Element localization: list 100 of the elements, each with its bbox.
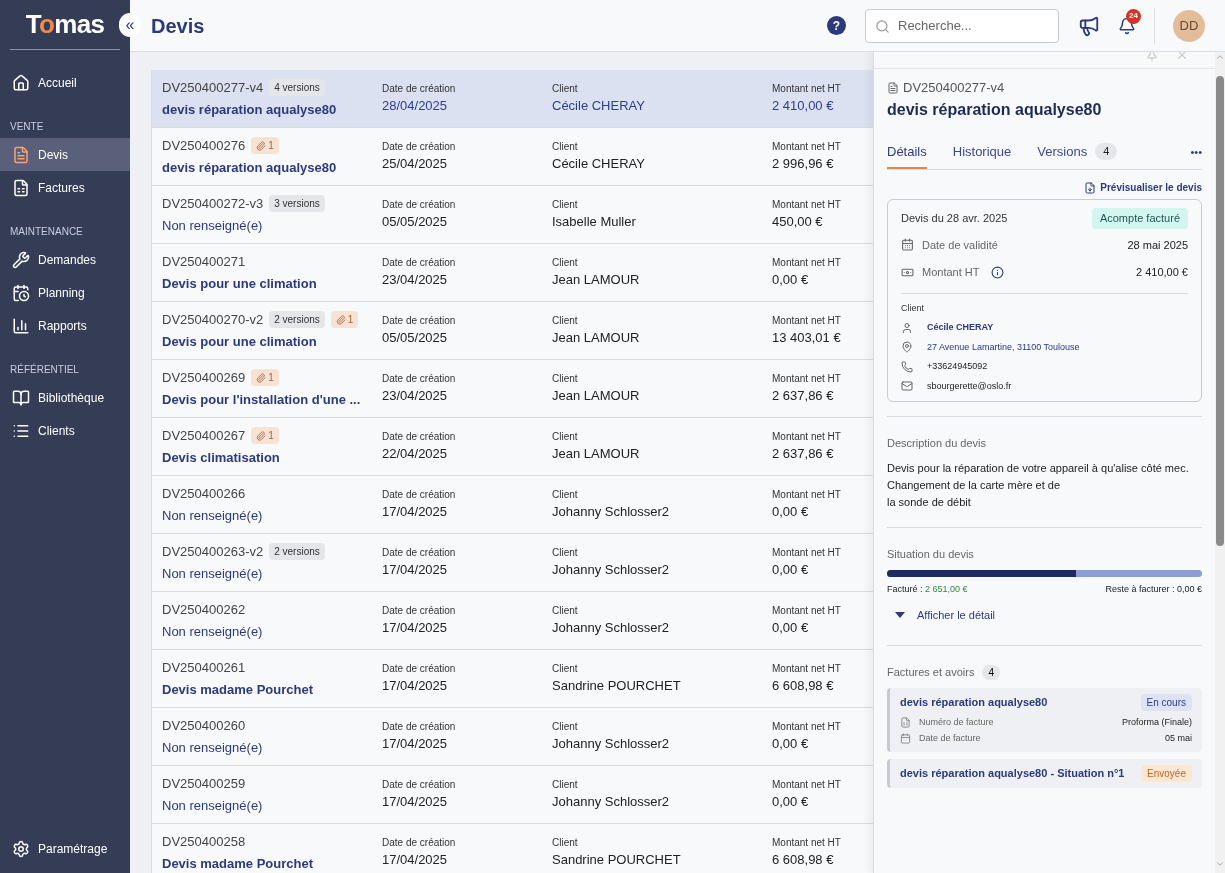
help-icon[interactable]: ? (827, 16, 846, 35)
paperclip-icon (335, 314, 346, 325)
tab[interactable]: Historique (952, 141, 1012, 169)
quote-title[interactable]: Devis climatisation (162, 447, 382, 467)
versions-badge: 4 versions (269, 79, 325, 97)
quote-title[interactable]: Devis pour une climation (162, 273, 382, 293)
nav-item[interactable]: Demandes (0, 243, 130, 276)
nav-item[interactable]: Planning (0, 276, 130, 309)
table-cell-text: 2 996,96 € (772, 155, 835, 174)
versions-badge: 2 versions (269, 543, 325, 561)
quote-title[interactable]: Non renseigné(e) (162, 621, 382, 641)
column-label: Date de création (382, 82, 457, 97)
quote-date: Devis du 28 avr. 2025 (901, 211, 1008, 226)
scrollbar[interactable] (1215, 52, 1225, 873)
quote-title[interactable]: Devis pour une climation (162, 331, 382, 351)
address-text: 27 Avenue Lamartine, 31100 Toulouse (927, 340, 1080, 354)
book-icon (12, 388, 30, 407)
field-value: 2 410,00 € (1136, 265, 1188, 280)
quote-title[interactable]: Non renseigné(e) (162, 737, 382, 757)
nav-item[interactable]: Factures (0, 171, 130, 204)
nav-item[interactable]: Clients (0, 414, 130, 447)
calendar-icon (12, 283, 30, 302)
column-label: Montant net HT (772, 140, 841, 155)
status-badge: Acompte facturé (1091, 208, 1188, 229)
search-field[interactable]: Recherche... (865, 8, 1059, 43)
invoice-icon (12, 178, 30, 197)
quote-row[interactable]: DV250400260 Non renseigné(e) Date de création 17/04/2025 Client Johanny Schlosser2 Montant net HT 0,00 € (152, 708, 873, 766)
status-badge: Envoyée (1141, 764, 1192, 782)
scroll-down-icon (1215, 859, 1225, 869)
quote-title[interactable]: Devis pour l'installation d'une ... (162, 389, 382, 409)
table-cell-text: Johanny Schlosser2 (552, 735, 671, 754)
quote-row[interactable]: DV250400270-v2 2 versions 1 Devis pour une climation Date de création 05/05/2025 Client Jean LAMOUR Montant net HT 13 403,01 € (152, 302, 873, 360)
home-icon (12, 73, 30, 92)
attachment-badge: 1 (251, 137, 279, 155)
quote-row[interactable]: DV250400262 Non renseigné(e) Date de création 17/04/2025 Client Johanny Schlosser2 Montant net HT 0,00 € (152, 592, 873, 650)
nav-item[interactable]: Devis (0, 138, 130, 171)
more-button[interactable]: ••• (1190, 144, 1202, 167)
quote-row[interactable]: DV250400277-v4 4 versions devis réparation aqualyse80 Date de création 28/04/2025 Client Cécile CHERAY Montant net HT 2 410,00 € (152, 70, 873, 128)
invoice-card[interactable]: devis réparation aqualyse80 En cours Numéro de facture Proforma (Finale) Date de facture 05 mai (887, 687, 1202, 752)
field-label: Numéro de facture (919, 715, 994, 729)
quote-row[interactable]: DV250400276 1 devis réparation aqualyse80 Date de création 25/04/2025 Client Cécile CHERAY Montant net HT 2 996,96 € (152, 128, 873, 186)
quote-title[interactable]: Non renseigné(e) (162, 215, 382, 235)
quote-number: DV250400267 (162, 427, 246, 445)
quote-title[interactable]: Non renseigné(e) (162, 505, 382, 525)
column-label: Date de création (382, 778, 457, 793)
email-address: sbourgerette@oslo.fr (927, 379, 1012, 393)
quote-row[interactable]: DV250400267 1 Devis climatisation Date de création 22/04/2025 Client Jean LAMOUR Montant net HT 2 637,86 € (152, 418, 873, 476)
calendar-icon (901, 238, 914, 252)
quote-title[interactable]: Devis madame Pourchet (162, 679, 382, 699)
versions-badge: 3 versions (269, 195, 325, 213)
section-label: VENTE (9, 120, 45, 134)
field-label: Date de facture (919, 732, 981, 745)
phone-icon (901, 360, 913, 373)
column-label: Montant net HT (772, 488, 841, 503)
client-link[interactable]: Cécile CHERAY (927, 321, 994, 335)
quote-title[interactable]: Devis madame Pourchet (162, 853, 382, 873)
table-cell-text: Sandrine POURCHET (552, 677, 682, 696)
column-label: Client (552, 140, 579, 155)
field-value: 05 mai (1165, 732, 1192, 745)
nav-item[interactable]: Accueil (0, 66, 130, 99)
avatar[interactable]: DD (1173, 9, 1205, 42)
section-label: Situation du devis (887, 546, 975, 562)
quote-title[interactable]: devis réparation aqualyse80 (162, 157, 382, 177)
invoice-icon (900, 716, 911, 728)
invoice-card[interactable]: devis réparation aqualyse80 - Situation n°1 Envoyée (887, 758, 1202, 788)
megaphone-icon[interactable] (1078, 14, 1100, 37)
quote-row[interactable]: DV250400271 Devis pour une climation Date de création 23/04/2025 Client Jean LAMOUR Montant net HT 0,00 € (152, 244, 873, 302)
bell-icon[interactable] (1118, 16, 1136, 35)
table-cell-text: 6 608,98 € (772, 851, 835, 870)
quote-title[interactable]: Non renseigné(e) (162, 563, 382, 583)
info-icon[interactable] (991, 265, 1005, 279)
tab[interactable]: Détails (887, 141, 927, 169)
column-label: Client (552, 488, 579, 503)
table-cell-text: 17/04/2025 (382, 677, 449, 696)
preview-link[interactable]: Prévisualiser le devis (1100, 180, 1202, 195)
status-badge: En cours (1140, 693, 1192, 711)
column-label: Client (552, 546, 579, 561)
table-cell-text: 28/04/2025 (382, 97, 449, 116)
logo: Tomas (25, 8, 105, 41)
quote-row[interactable]: DV250400258 Devis madame Pourchet Date de création 17/04/2025 Client Sandrine POURCHET Montant net HT 6 608,98 € (152, 824, 873, 873)
quote-row[interactable]: DV250400266 Non renseigné(e) Date de création 17/04/2025 Client Johanny Schlosser2 Montant net HT 0,00 € (152, 476, 873, 534)
nav-item[interactable]: Paramétrage (0, 832, 130, 865)
count-badge: 4 (982, 664, 1000, 680)
table-cell-text: Johanny Schlosser2 (552, 503, 671, 522)
quote-title[interactable]: Non renseigné(e) (162, 795, 382, 815)
table-cell-text: 0,00 € (772, 619, 810, 638)
collapse-button[interactable]: « (119, 13, 141, 37)
column-label: Date de création (382, 140, 457, 155)
quote-row[interactable]: DV250400259 Non renseigné(e) Date de création 17/04/2025 Client Johanny Schlosser2 Montant net HT 0,00 € (152, 766, 873, 824)
show-detail-button[interactable]: Afficher le détail (895, 606, 1202, 623)
table-cell-text: 17/04/2025 (382, 851, 449, 870)
quote-row[interactable]: DV250400272-v3 3 versions Non renseigné(e) Date de création 05/05/2025 Client Isabelle Muller Montant net HT 450,00 € (152, 186, 873, 244)
tab[interactable]: Versions 4 (1037, 141, 1118, 169)
quote-title[interactable]: devis réparation aqualyse80 (162, 99, 382, 119)
nav-item[interactable]: Rapports (0, 309, 130, 342)
quote-row[interactable]: DV250400261 Devis madame Pourchet Date de création 17/04/2025 Client Sandrine POURCHET Montant net HT 6 608,98 € (152, 650, 873, 708)
nav-item[interactable]: Bibliothèque (0, 381, 130, 414)
quote-row[interactable]: DV250400263-v2 2 versions Non renseigné(e) Date de création 17/04/2025 Client Johanny Schlosser2 Montant net HT 0,00 € (152, 534, 873, 592)
quote-row[interactable]: DV250400269 1 Devis pour l'installation d'une ... Date de création 23/04/2025 Client Jean LAMOUR Montant net HT 2 637,86 € (152, 360, 873, 418)
column-label: Client (552, 314, 579, 329)
